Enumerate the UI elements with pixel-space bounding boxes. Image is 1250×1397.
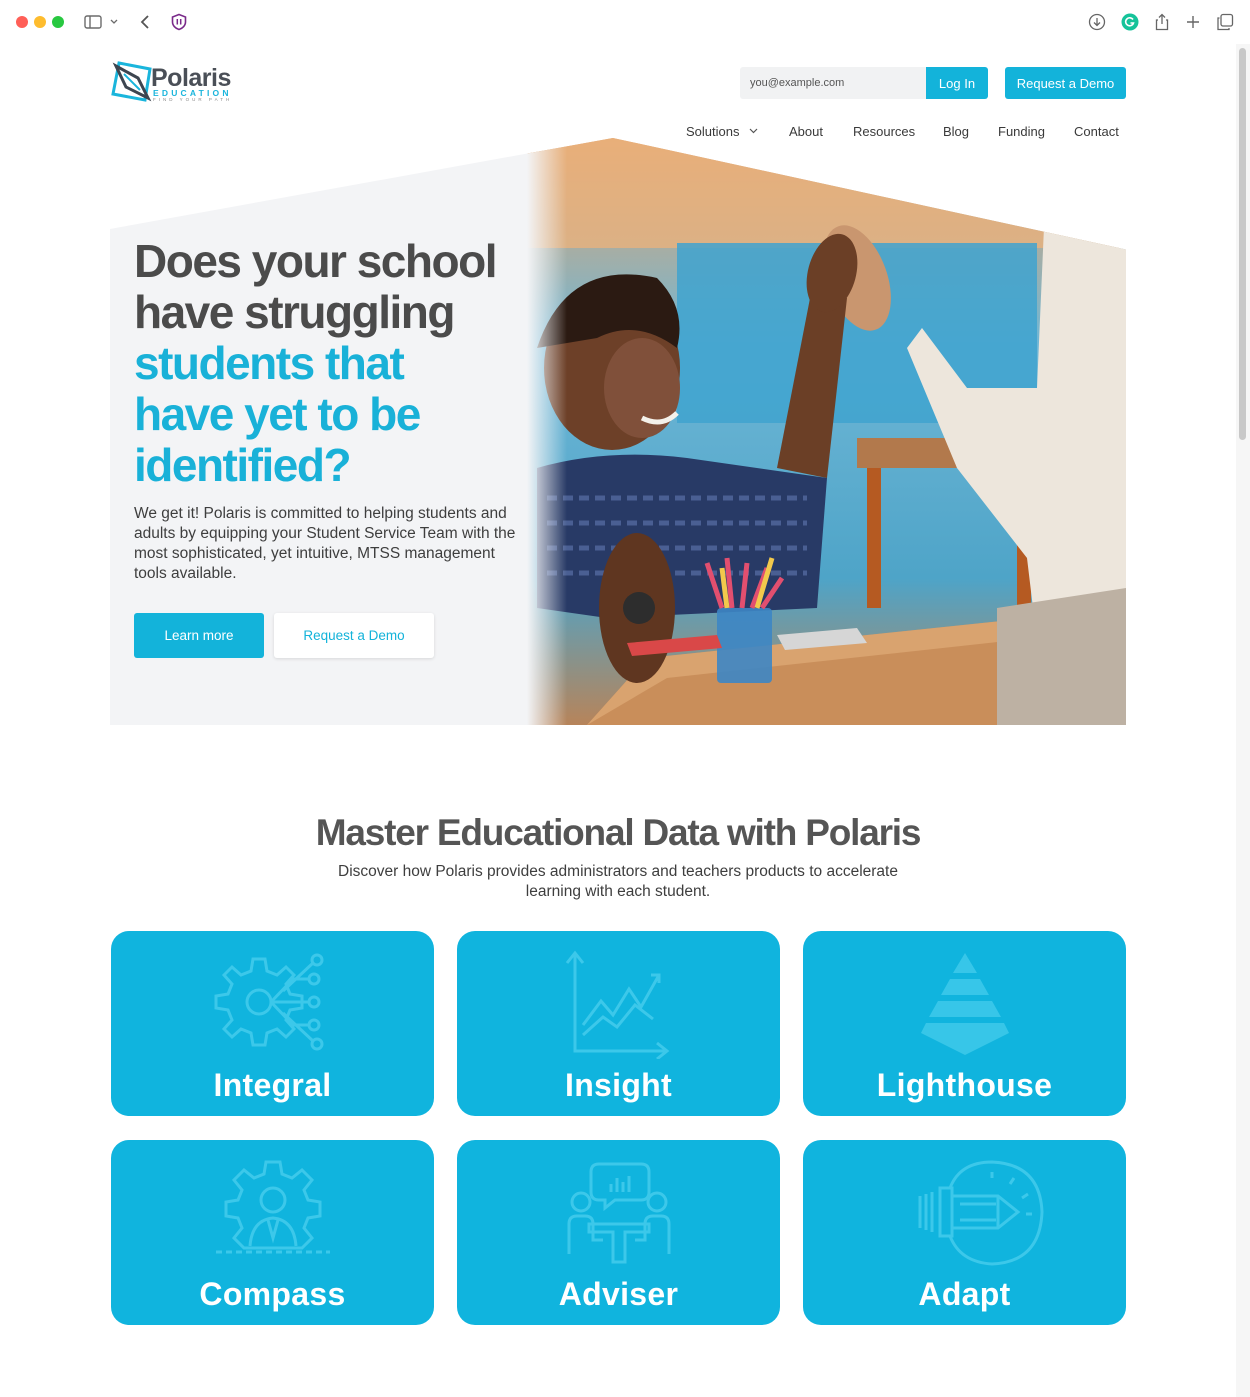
meeting-chat-icon xyxy=(567,1162,670,1264)
close-window-button[interactable] xyxy=(16,16,28,28)
product-card-integral[interactable]: Integral xyxy=(111,931,434,1116)
request-demo-header-button[interactable]: Request a Demo xyxy=(1005,67,1126,99)
hero-title-highlight: students that xyxy=(134,337,405,389)
chevron-down-icon[interactable] xyxy=(106,11,122,33)
line-chart-icon xyxy=(565,950,669,1059)
polaris-star-icon xyxy=(111,61,152,102)
lightbulb-pencil-icon xyxy=(918,1160,1044,1266)
nav-blog[interactable]: Blog xyxy=(943,122,969,140)
learn-more-button[interactable]: Learn more xyxy=(134,613,264,658)
product-card-adapt[interactable]: Adapt xyxy=(803,1140,1126,1325)
gear-person-icon xyxy=(215,1160,330,1254)
new-tab-plus-icon[interactable] xyxy=(1182,11,1204,33)
email-input[interactable] xyxy=(740,67,926,99)
tab-overview-icon[interactable] xyxy=(1214,11,1236,33)
nav-funding[interactable]: Funding xyxy=(998,122,1045,140)
share-icon[interactable] xyxy=(1151,11,1173,33)
product-card-lighthouse[interactable]: Lighthouse xyxy=(803,931,1126,1116)
product-card-adviser[interactable]: Adviser xyxy=(457,1140,780,1325)
product-name: Integral xyxy=(213,1067,332,1103)
minimize-window-button[interactable] xyxy=(34,16,46,28)
polaris-logo[interactable]: Polaris EDUCATION FIND YOUR PATH xyxy=(110,60,240,104)
section-subtitle: Discover how Polaris provides administra… xyxy=(338,863,898,900)
browser-toolbar xyxy=(0,0,1250,44)
pyramid-icon xyxy=(920,953,1009,1055)
product-name: Lighthouse xyxy=(876,1067,1053,1103)
hero-title: Does your school have struggling student… xyxy=(134,236,524,491)
nav-contact[interactable]: Contact xyxy=(1074,122,1119,140)
nav-item-label: Solutions xyxy=(686,123,740,139)
hero-title-line: Does your school xyxy=(134,235,497,287)
log-in-button[interactable]: Log In xyxy=(926,67,988,99)
product-card-insight[interactable]: Insight xyxy=(457,931,780,1116)
product-name: Compass xyxy=(199,1276,346,1312)
scrollbar-thumb[interactable] xyxy=(1239,48,1246,440)
sidebar-toggle-icon[interactable] xyxy=(82,11,104,33)
hero-classroom-photo xyxy=(527,138,1126,725)
request-demo-hero-button[interactable]: Request a Demo xyxy=(274,613,434,658)
nav-resources[interactable]: Resources xyxy=(853,122,915,140)
product-name: Adviser xyxy=(558,1276,679,1312)
hero-title-highlight: identified? xyxy=(134,439,352,491)
product-card-compass[interactable]: Compass xyxy=(111,1140,434,1325)
grammarly-extension-icon[interactable] xyxy=(1119,11,1141,33)
zoom-window-button[interactable] xyxy=(52,16,64,28)
product-name: Adapt xyxy=(918,1276,1011,1312)
hero-description: We get it! Polaris is committed to helpi… xyxy=(134,505,516,582)
hero-title-highlight: have yet to be xyxy=(134,388,421,440)
chevron-down-icon xyxy=(750,128,758,134)
back-arrow-icon[interactable] xyxy=(134,11,156,33)
download-icon[interactable] xyxy=(1086,11,1108,33)
nav-about[interactable]: About xyxy=(789,122,823,140)
product-name: Insight xyxy=(565,1067,672,1103)
shield-icon[interactable] xyxy=(168,11,190,33)
logo-tagline: FIND YOUR PATH xyxy=(153,97,233,102)
section-title: Master Educational Data with Polaris xyxy=(315,812,922,853)
gear-network-icon xyxy=(214,953,323,1051)
hero-title-line: have struggling xyxy=(134,286,455,338)
nav-solutions[interactable]: Solutions xyxy=(686,122,758,140)
hero-photo-fade xyxy=(527,138,567,725)
